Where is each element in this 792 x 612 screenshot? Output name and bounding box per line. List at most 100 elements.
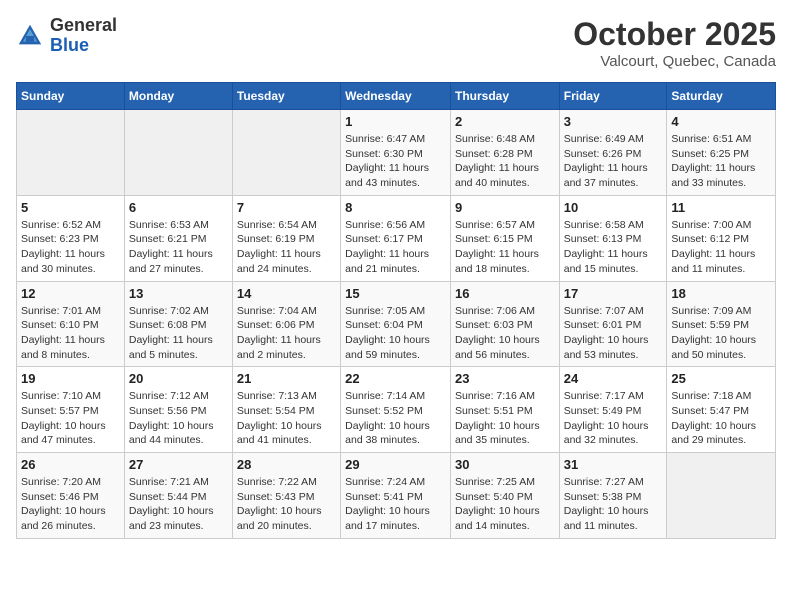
day-info: Sunrise: 7:02 AM Sunset: 6:08 PM Dayligh… [129, 304, 228, 363]
day-number: 5 [21, 200, 120, 215]
day-number: 22 [345, 371, 446, 386]
day-number: 23 [455, 371, 555, 386]
calendar-cell: 30 Sunrise: 7:25 AM Sunset: 5:40 PM Dayli… [450, 453, 559, 539]
day-number: 30 [455, 457, 555, 472]
day-info: Sunrise: 7:18 AM Sunset: 5:47 PM Dayligh… [671, 389, 771, 448]
day-number: 1 [345, 114, 446, 129]
calendar-cell: 4Sunrise: 6:51 AM Sunset: 6:25 PM Daylig… [667, 110, 776, 196]
calendar-cell: 18Sunrise: 7:09 AM Sunset: 5:59 PM Dayli… [667, 281, 776, 367]
day-info: Sunrise: 6:51 AM Sunset: 6:25 PM Dayligh… [671, 132, 771, 191]
calendar-week-row: 5 Sunrise: 6:52 AM Sunset: 6:23 PM Daylig… [17, 195, 776, 281]
calendar-cell: 15 Sunrise: 7:05 AM Sunset: 6:04 PM Dayli… [341, 281, 451, 367]
logo-general-text: General [50, 16, 117, 36]
day-number: 14 [237, 286, 336, 301]
day-number: 26 [21, 457, 120, 472]
calendar-cell: 19Sunrise: 7:10 AM Sunset: 5:57 PM Dayli… [17, 367, 125, 453]
day-number: 17 [564, 286, 663, 301]
weekday-header: Sunday [17, 83, 125, 110]
day-info: Sunrise: 7:12 AM Sunset: 5:56 PM Dayligh… [129, 389, 228, 448]
calendar-cell: 17 Sunrise: 7:07 AM Sunset: 6:01 PM Dayli… [559, 281, 667, 367]
day-info: Sunrise: 7:24 AM Sunset: 5:41 PM Dayligh… [345, 475, 446, 534]
day-number: 8 [345, 200, 446, 215]
day-info: Sunrise: 6:52 AM Sunset: 6:23 PM Dayligh… [21, 218, 120, 277]
calendar-cell: 10 Sunrise: 6:58 AM Sunset: 6:13 PM Dayli… [559, 195, 667, 281]
day-number: 21 [237, 371, 336, 386]
calendar-cell [17, 110, 125, 196]
calendar-cell: 13 Sunrise: 7:02 AM Sunset: 6:08 PM Dayli… [124, 281, 232, 367]
calendar-cell: 1 Sunrise: 6:47 AM Sunset: 6:30 PM Daylig… [341, 110, 451, 196]
day-info: Sunrise: 6:53 AM Sunset: 6:21 PM Dayligh… [129, 218, 228, 277]
calendar-cell: 29 Sunrise: 7:24 AM Sunset: 5:41 PM Dayli… [341, 453, 451, 539]
day-number: 9 [455, 200, 555, 215]
day-info: Sunrise: 7:07 AM Sunset: 6:01 PM Dayligh… [564, 304, 663, 363]
day-info: Sunrise: 7:25 AM Sunset: 5:40 PM Dayligh… [455, 475, 555, 534]
calendar-week-row: 26 Sunrise: 7:20 AM Sunset: 5:46 PM Dayli… [17, 453, 776, 539]
calendar-week-row: 1 Sunrise: 6:47 AM Sunset: 6:30 PM Daylig… [17, 110, 776, 196]
calendar-cell: 14 Sunrise: 7:04 AM Sunset: 6:06 PM Dayli… [232, 281, 340, 367]
day-info: Sunrise: 6:49 AM Sunset: 6:26 PM Dayligh… [564, 132, 663, 191]
calendar-cell [232, 110, 340, 196]
weekday-header-row: SundayMondayTuesdayWednesdayThursdayFrid… [17, 83, 776, 110]
weekday-header: Friday [559, 83, 667, 110]
calendar-cell: 31Sunrise: 7:27 AM Sunset: 5:38 PM Dayli… [559, 453, 667, 539]
calendar-cell: 20 Sunrise: 7:12 AM Sunset: 5:56 PM Dayli… [124, 367, 232, 453]
day-info: Sunrise: 7:13 AM Sunset: 5:54 PM Dayligh… [237, 389, 336, 448]
logo-blue-text: Blue [50, 36, 117, 56]
calendar-cell: 3 Sunrise: 6:49 AM Sunset: 6:26 PM Daylig… [559, 110, 667, 196]
calendar-cell: 2 Sunrise: 6:48 AM Sunset: 6:28 PM Daylig… [450, 110, 559, 196]
day-number: 13 [129, 286, 228, 301]
title-block: October 2025 Valcourt, Quebec, Canada [573, 16, 776, 70]
calendar-cell: 28 Sunrise: 7:22 AM Sunset: 5:43 PM Dayli… [232, 453, 340, 539]
calendar-cell: 8 Sunrise: 6:56 AM Sunset: 6:17 PM Daylig… [341, 195, 451, 281]
day-info: Sunrise: 6:47 AM Sunset: 6:30 PM Dayligh… [345, 132, 446, 191]
day-info: Sunrise: 7:09 AM Sunset: 5:59 PM Dayligh… [671, 304, 771, 363]
calendar-cell: 7 Sunrise: 6:54 AM Sunset: 6:19 PM Daylig… [232, 195, 340, 281]
day-info: Sunrise: 7:27 AM Sunset: 5:38 PM Dayligh… [564, 475, 663, 534]
calendar-week-row: 12Sunrise: 7:01 AM Sunset: 6:10 PM Dayli… [17, 281, 776, 367]
calendar-cell: 9Sunrise: 6:57 AM Sunset: 6:15 PM Daylig… [450, 195, 559, 281]
day-info: Sunrise: 6:58 AM Sunset: 6:13 PM Dayligh… [564, 218, 663, 277]
day-info: Sunrise: 7:14 AM Sunset: 5:52 PM Dayligh… [345, 389, 446, 448]
logo-icon [16, 22, 44, 50]
day-number: 7 [237, 200, 336, 215]
calendar-cell [124, 110, 232, 196]
calendar-cell: 24Sunrise: 7:17 AM Sunset: 5:49 PM Dayli… [559, 367, 667, 453]
calendar-cell: 21 Sunrise: 7:13 AM Sunset: 5:54 PM Dayli… [232, 367, 340, 453]
day-number: 28 [237, 457, 336, 472]
day-info: Sunrise: 7:06 AM Sunset: 6:03 PM Dayligh… [455, 304, 555, 363]
day-info: Sunrise: 7:04 AM Sunset: 6:06 PM Dayligh… [237, 304, 336, 363]
day-info: Sunrise: 6:56 AM Sunset: 6:17 PM Dayligh… [345, 218, 446, 277]
day-number: 25 [671, 371, 771, 386]
day-number: 15 [345, 286, 446, 301]
day-info: Sunrise: 6:54 AM Sunset: 6:19 PM Dayligh… [237, 218, 336, 277]
calendar-week-row: 19Sunrise: 7:10 AM Sunset: 5:57 PM Dayli… [17, 367, 776, 453]
calendar-cell: 6 Sunrise: 6:53 AM Sunset: 6:21 PM Daylig… [124, 195, 232, 281]
day-number: 10 [564, 200, 663, 215]
calendar-cell: 25 Sunrise: 7:18 AM Sunset: 5:47 PM Dayli… [667, 367, 776, 453]
day-info: Sunrise: 7:16 AM Sunset: 5:51 PM Dayligh… [455, 389, 555, 448]
logo-text: General Blue [50, 16, 117, 56]
calendar-cell [667, 453, 776, 539]
month-title: October 2025 [573, 16, 776, 53]
day-number: 20 [129, 371, 228, 386]
logo: General Blue [16, 16, 117, 56]
day-info: Sunrise: 7:20 AM Sunset: 5:46 PM Dayligh… [21, 475, 120, 534]
day-number: 6 [129, 200, 228, 215]
day-number: 29 [345, 457, 446, 472]
day-info: Sunrise: 7:05 AM Sunset: 6:04 PM Dayligh… [345, 304, 446, 363]
page-header: General Blue October 2025 Valcourt, Queb… [16, 16, 776, 70]
weekday-header: Thursday [450, 83, 559, 110]
day-number: 3 [564, 114, 663, 129]
day-number: 27 [129, 457, 228, 472]
weekday-header: Saturday [667, 83, 776, 110]
calendar-cell: 22 Sunrise: 7:14 AM Sunset: 5:52 PM Dayli… [341, 367, 451, 453]
day-number: 2 [455, 114, 555, 129]
calendar-cell: 11Sunrise: 7:00 AM Sunset: 6:12 PM Dayli… [667, 195, 776, 281]
day-info: Sunrise: 7:22 AM Sunset: 5:43 PM Dayligh… [237, 475, 336, 534]
day-info: Sunrise: 7:00 AM Sunset: 6:12 PM Dayligh… [671, 218, 771, 277]
weekday-header: Wednesday [341, 83, 451, 110]
day-info: Sunrise: 7:21 AM Sunset: 5:44 PM Dayligh… [129, 475, 228, 534]
day-number: 24 [564, 371, 663, 386]
day-info: Sunrise: 6:48 AM Sunset: 6:28 PM Dayligh… [455, 132, 555, 191]
calendar-cell: 5 Sunrise: 6:52 AM Sunset: 6:23 PM Daylig… [17, 195, 125, 281]
